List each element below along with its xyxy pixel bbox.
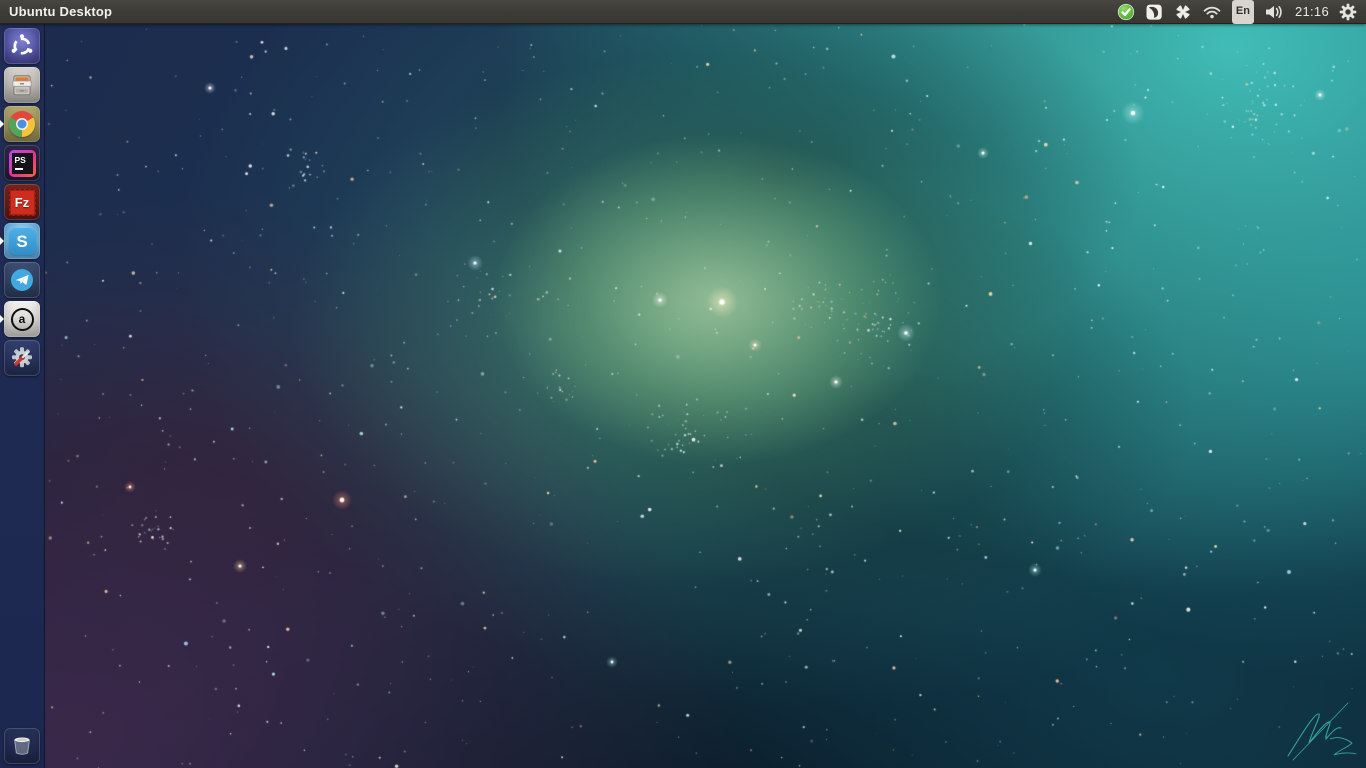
launcher-item-telegram[interactable] — [4, 262, 40, 298]
launcher-item-filezilla[interactable]: Fz — [4, 184, 40, 220]
filezilla-icon: Fz — [9, 189, 36, 216]
system-tray: En 21:16 — [1117, 0, 1357, 24]
launcher-item-phpstorm[interactable]: PS — [4, 145, 40, 181]
clock[interactable]: 21:16 — [1295, 0, 1329, 24]
phpstorm-icon: PS — [9, 150, 36, 177]
launcher-item-trash[interactable] — [4, 728, 40, 764]
running-indicator — [0, 120, 4, 128]
ubuntu-logo-icon — [9, 33, 35, 59]
session-gear-icon[interactable] — [1339, 0, 1357, 24]
cross-tray-icon[interactable] — [1174, 0, 1192, 24]
launcher-item-ubuntu-dash[interactable] — [4, 28, 40, 64]
running-indicator — [0, 237, 4, 245]
launcher-item-skype[interactable]: S — [4, 223, 40, 259]
artist-signature — [1284, 698, 1362, 762]
letter-a-label: a — [19, 313, 26, 325]
starfield-layer — [0, 0, 1366, 768]
keyboard-layout-indicator[interactable]: En — [1232, 0, 1254, 24]
skype-icon: S — [9, 228, 36, 255]
unity-launcher: PS Fz S — [0, 24, 45, 768]
bird-tray-icon[interactable] — [1145, 0, 1164, 24]
launcher-item-letter-a-app[interactable]: a — [4, 301, 40, 337]
status-check-icon[interactable] — [1117, 0, 1135, 24]
running-indicator — [0, 315, 4, 323]
volume-icon[interactable] — [1264, 0, 1285, 24]
wifi-icon[interactable] — [1202, 0, 1222, 24]
chrome-icon — [9, 111, 35, 137]
launcher-item-chrome[interactable] — [4, 106, 40, 142]
gear-wrench-icon — [9, 345, 35, 371]
file-cabinet-icon — [9, 72, 35, 98]
top-panel: Ubuntu Desktop — [0, 0, 1366, 24]
launcher-item-system-tools[interactable] — [4, 340, 40, 376]
launcher-item-files[interactable] — [4, 67, 40, 103]
filezilla-label: Fz — [15, 195, 29, 210]
desktop-title: Ubuntu Desktop — [9, 4, 112, 19]
letter-a-icon: a — [11, 308, 34, 331]
trash-bin-icon — [9, 733, 35, 759]
ubuntu-desktop: Ubuntu Desktop — [0, 0, 1366, 768]
phpstorm-label: PS — [15, 156, 33, 165]
skype-label: S — [16, 233, 27, 250]
telegram-icon — [9, 267, 35, 293]
